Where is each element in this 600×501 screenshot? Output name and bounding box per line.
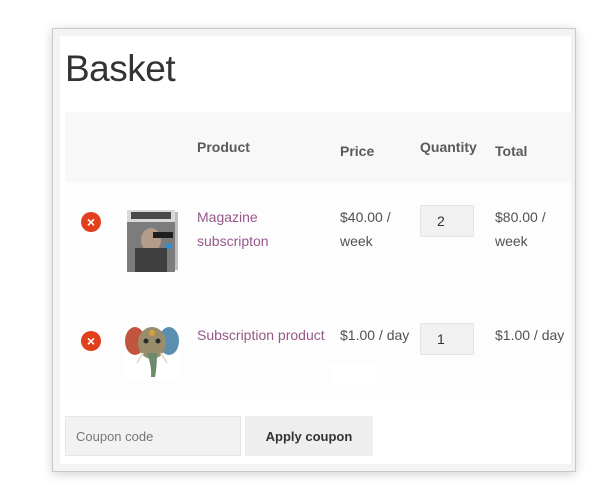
total-value: $80.00 / week bbox=[495, 209, 546, 249]
price-value: $40.00 / week bbox=[340, 209, 391, 249]
table-row: × Subscription product $1.00 / day $1 bbox=[65, 301, 571, 401]
cart-page: Basket Product Price Quantity Total × Ma… bbox=[60, 36, 571, 464]
blank-patch bbox=[330, 363, 376, 385]
header-total: Total bbox=[495, 143, 528, 159]
remove-item-icon[interactable]: × bbox=[81, 331, 101, 351]
screenshot-frame: Basket Product Price Quantity Total × Ma… bbox=[52, 28, 576, 472]
total-value: $1.00 / day bbox=[495, 327, 565, 343]
table-header: Product Price Quantity Total bbox=[65, 112, 571, 182]
quantity-input[interactable] bbox=[420, 205, 474, 237]
product-link[interactable]: Subscription product bbox=[197, 323, 337, 347]
header-price: Price bbox=[340, 143, 375, 159]
page-title: Basket bbox=[65, 48, 176, 89]
coupon-area: Apply coupon bbox=[65, 416, 571, 456]
quantity-input[interactable] bbox=[420, 323, 474, 355]
elephant-art-icon[interactable] bbox=[125, 323, 179, 379]
product-link[interactable]: Magazine subscripton bbox=[197, 205, 277, 253]
remove-item-icon[interactable]: × bbox=[81, 212, 101, 232]
price-value: $1.00 / day bbox=[340, 327, 410, 343]
table-row: × Magazine subscripton $40.00 / week $80… bbox=[65, 182, 571, 300]
coupon-code-input[interactable] bbox=[65, 416, 241, 456]
header-quantity: Quantity bbox=[420, 139, 477, 155]
cart-table: Product Price Quantity Total × Magazine … bbox=[65, 112, 571, 401]
magazine-cover-icon[interactable] bbox=[125, 210, 179, 272]
apply-coupon-button[interactable]: Apply coupon bbox=[245, 416, 373, 456]
header-product: Product bbox=[197, 139, 250, 155]
